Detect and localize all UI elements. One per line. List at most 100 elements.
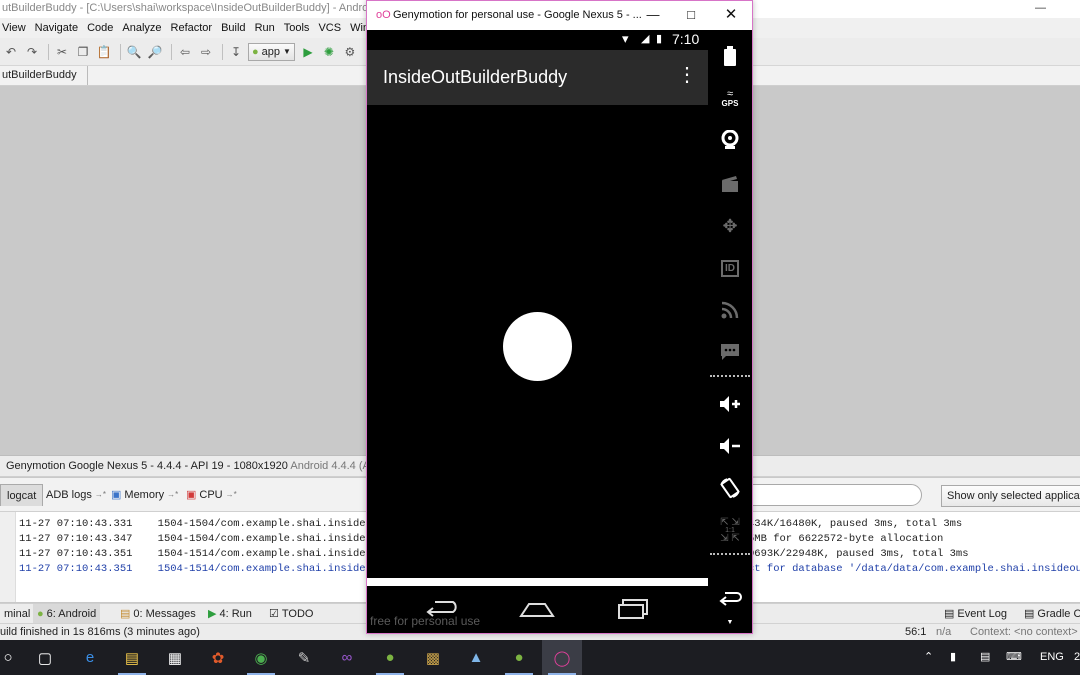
rotate-icon[interactable] bbox=[708, 470, 752, 506]
picasa-icon[interactable]: ✿ bbox=[198, 640, 238, 675]
task-view-icon[interactable]: ▢ bbox=[25, 640, 65, 675]
caret-position[interactable]: 56:1 bbox=[905, 624, 926, 640]
tool-android[interactable]: ● 6: Android bbox=[33, 604, 101, 624]
taskbar-clock[interactable]: 2 bbox=[1074, 640, 1080, 675]
copy-icon[interactable]: ❐ bbox=[74, 43, 92, 61]
todo-icon: ☑ bbox=[269, 608, 279, 620]
sidebar-divider bbox=[710, 553, 750, 555]
back-arrow-icon[interactable]: ⇦ bbox=[176, 43, 194, 61]
cut-icon[interactable]: ✂ bbox=[53, 43, 71, 61]
close-button[interactable]: ✕ bbox=[712, 1, 750, 29]
camera-icon[interactable] bbox=[708, 122, 752, 158]
log-line: 11-27 07:10:43.351 1504-1514/com.example… bbox=[19, 548, 378, 560]
forward-arrow-icon[interactable]: ⇨ bbox=[197, 43, 215, 61]
toolbar-divider bbox=[120, 43, 121, 60]
emulator-screen[interactable]: ▾ ◢ ▮ 7:10 InsideOutBuilderBuddy ⋮ free … bbox=[367, 30, 708, 633]
chevron-up-icon[interactable]: ⌃ bbox=[924, 640, 933, 675]
menu-analyze[interactable]: Analyze bbox=[120, 22, 163, 34]
tool-gradle-console[interactable]: ▤ Gradle Co bbox=[1020, 604, 1080, 624]
run-config-label: app bbox=[261, 45, 281, 58]
genymotion-window-title: Genymotion for personal use - Google Nex… bbox=[393, 9, 642, 21]
battery-tray-icon[interactable]: ▮ bbox=[950, 640, 956, 675]
make-project-icon[interactable]: ↧ bbox=[227, 43, 245, 61]
breadcrumb-item-project[interactable]: utBuilderBuddy bbox=[2, 66, 88, 85]
tool-messages[interactable]: ▤ 0: Messages bbox=[116, 604, 200, 624]
attach-icon[interactable]: ⚙ bbox=[341, 43, 359, 61]
tab-memory[interactable]: ▣ Memory →* bbox=[105, 484, 184, 506]
tool-gradle-label: Gradle Co bbox=[1037, 608, 1080, 620]
undo-icon[interactable]: ↶ bbox=[2, 43, 20, 61]
replace-icon[interactable]: 🔎 bbox=[146, 43, 164, 61]
sms-icon[interactable] bbox=[708, 334, 752, 370]
log-pid: 1504-1514/com.example.shai.insideou bbox=[157, 563, 379, 575]
menu-tools[interactable]: Tools bbox=[282, 22, 312, 34]
menu-view[interactable]: View bbox=[0, 22, 28, 34]
signal-icon: ◢ bbox=[641, 33, 650, 45]
notification-icon[interactable]: ▤ bbox=[980, 640, 990, 675]
keyboard-icon[interactable]: ⌨ bbox=[1006, 640, 1022, 675]
tool-messages-label: 0: Messages bbox=[133, 608, 196, 620]
android-icon: ● bbox=[252, 45, 259, 58]
search-icon[interactable]: ○ bbox=[0, 640, 28, 675]
run-config-select[interactable]: ● app ▼ bbox=[248, 42, 295, 61]
tool-event-log[interactable]: ▤ Event Log bbox=[940, 604, 1011, 624]
gps-icon[interactable]: ≈ GPS bbox=[708, 80, 752, 116]
media-icon[interactable] bbox=[708, 166, 752, 202]
sdk-manager-icon[interactable]: ▲ bbox=[456, 640, 496, 675]
paste-icon[interactable]: 📋 bbox=[95, 43, 113, 61]
android-studio-icon[interactable]: ● bbox=[499, 640, 539, 675]
ide-window-title: utBuilderBuddy - [C:\Users\shai\workspac… bbox=[2, 2, 377, 14]
white-circle[interactable] bbox=[503, 312, 572, 381]
dpad-icon[interactable]: ✥ bbox=[708, 208, 752, 244]
volume-up-icon[interactable] bbox=[708, 386, 752, 422]
find-icon[interactable]: 🔍 bbox=[125, 43, 143, 61]
wifi-icon: ▾ bbox=[622, 31, 629, 46]
battery-icon[interactable] bbox=[708, 38, 752, 74]
language-indicator[interactable]: ENG bbox=[1040, 640, 1064, 675]
android-studio-icon[interactable]: ● bbox=[370, 640, 410, 675]
minimize-button[interactable]: — bbox=[634, 1, 672, 29]
rss-icon[interactable] bbox=[708, 292, 752, 328]
menu-vcs[interactable]: VCS bbox=[316, 22, 343, 34]
gps-label: GPS bbox=[721, 98, 739, 108]
id-icon[interactable]: ID bbox=[708, 250, 752, 286]
ide-minimize-button[interactable]: — bbox=[1035, 0, 1046, 16]
sidebar-scroll-down-icon[interactable]: ▼ bbox=[708, 612, 752, 632]
overflow-menu-icon[interactable]: ⋮ bbox=[677, 65, 697, 85]
tab-adb-logs[interactable]: ADB logs →* bbox=[40, 484, 112, 506]
pixel-perfect-icon[interactable]: ⇱ ⇲ 1:1 ⇲ ⇱ bbox=[708, 512, 752, 548]
menu-navigate[interactable]: Navigate bbox=[33, 22, 80, 34]
paint-icon[interactable]: ✎ bbox=[284, 640, 324, 675]
logcat-filter-select[interactable]: Show only selected applicatio bbox=[941, 485, 1080, 507]
menu-refactor[interactable]: Refactor bbox=[169, 22, 215, 34]
chrome-icon[interactable]: ◉ bbox=[241, 640, 281, 675]
visual-studio-icon[interactable]: ∞ bbox=[327, 640, 367, 675]
tool-terminal[interactable]: minal bbox=[0, 604, 34, 624]
tool-todo[interactable]: ☑ TODO bbox=[265, 604, 317, 624]
notepad-icon[interactable]: ▩ bbox=[413, 640, 453, 675]
volume-down-icon[interactable] bbox=[708, 428, 752, 464]
log-message: 434K/16480K, paused 3ms, total 3ms bbox=[748, 518, 963, 530]
tab-cpu[interactable]: ▣ CPU →* bbox=[180, 484, 243, 506]
nav-home-icon[interactable] bbox=[519, 600, 555, 620]
menu-run[interactable]: Run bbox=[253, 22, 277, 34]
maximize-button[interactable]: □ bbox=[672, 1, 710, 29]
redo-icon[interactable]: ↷ bbox=[23, 43, 41, 61]
menu-code[interactable]: Code bbox=[85, 22, 115, 34]
file-explorer-icon[interactable]: ▤ bbox=[112, 640, 152, 675]
genymotion-title-bar: oO Genymotion for personal use - Google … bbox=[367, 1, 752, 30]
messages-icon: ▤ bbox=[120, 608, 131, 620]
log-time: 11-27 07:10:43.347 bbox=[19, 533, 133, 545]
debug-icon[interactable]: ✺ bbox=[320, 43, 338, 61]
tool-android-label: 6: Android bbox=[46, 608, 97, 620]
store-icon[interactable]: ▦ bbox=[155, 640, 195, 675]
nav-recents-icon[interactable] bbox=[617, 598, 651, 620]
device-name[interactable]: Genymotion Google Nexus 5 - 4.4.4 - API … bbox=[6, 460, 288, 472]
run-icon[interactable]: ▶ bbox=[299, 43, 317, 61]
tool-run[interactable]: ▶ 4: Run bbox=[204, 604, 256, 624]
menu-build[interactable]: Build bbox=[219, 22, 247, 34]
log-message: ct for database '/data/data/com.example.… bbox=[748, 563, 1080, 575]
tab-logcat[interactable]: logcat bbox=[0, 484, 44, 506]
edge-icon[interactable]: e bbox=[70, 640, 110, 675]
genymotion-icon[interactable]: ◯ bbox=[542, 640, 582, 675]
